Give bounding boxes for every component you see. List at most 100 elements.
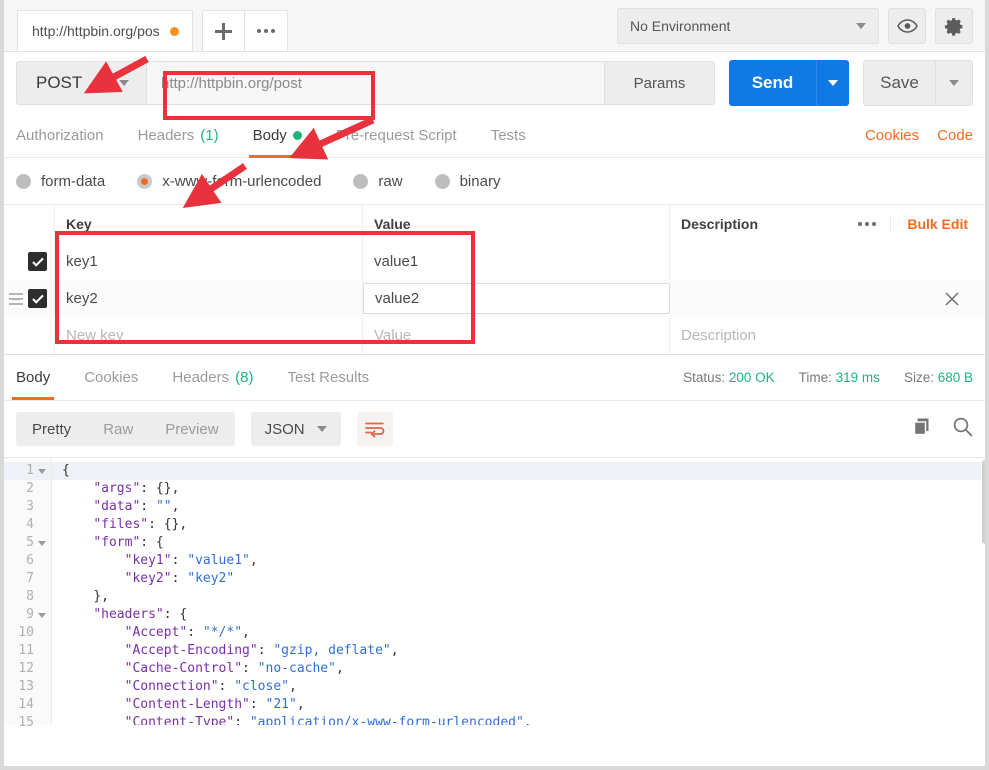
copy-button[interactable] <box>912 417 932 442</box>
row-key-input[interactable]: key1 <box>55 243 363 280</box>
request-tabs-right: Cookies Code <box>865 127 973 144</box>
cookies-link[interactable]: Cookies <box>865 127 919 144</box>
row-key-input[interactable]: key2 <box>55 280 363 317</box>
send-button[interactable]: Send <box>729 60 816 106</box>
body-type-x-www-form-urlencoded[interactable]: x-www-form-urlencoded <box>137 173 321 190</box>
status-value: 200 OK <box>729 370 775 385</box>
code-token: "" <box>156 499 172 514</box>
http-method-selector[interactable]: POST <box>16 61 146 105</box>
tab-label: Body <box>16 369 50 386</box>
row-enabled-checkbox[interactable] <box>28 289 47 308</box>
tab-pre-request-script[interactable]: Pre-request Script <box>336 114 457 158</box>
code-token: "Content-Length" <box>125 697 250 712</box>
code-line: "form": { <box>52 534 989 552</box>
params-button[interactable]: Params <box>605 61 715 105</box>
environment-quick-look-button[interactable] <box>888 8 926 44</box>
gear-icon <box>944 16 965 37</box>
send-label: Send <box>752 73 794 93</box>
body-type-label: form-data <box>41 173 105 190</box>
line-number: 3 <box>0 498 51 516</box>
code-line: { <box>52 462 989 480</box>
window-edge-right <box>985 0 989 770</box>
response-tab-headers[interactable]: Headers (8) <box>172 356 253 400</box>
tab-tests[interactable]: Tests <box>491 114 526 158</box>
view-mode-preview[interactable]: Preview <box>149 412 234 446</box>
http-method-label: POST <box>36 73 82 93</box>
url-input-value: http://httpbin.org/post <box>161 75 302 92</box>
code-line: "files": {}, <box>52 516 989 534</box>
code-token: , <box>250 553 258 568</box>
tab-headers[interactable]: Headers (1) <box>138 114 219 158</box>
search-button[interactable] <box>952 416 973 442</box>
body-type-label: raw <box>378 173 402 190</box>
line-number: 14 <box>0 696 51 714</box>
key-value-table: Key Value Description Bulk Edit key1 val… <box>0 205 989 355</box>
chevron-down-icon <box>856 23 866 29</box>
body-type-binary[interactable]: binary <box>435 173 501 190</box>
fold-arrow-icon[interactable] <box>38 613 46 618</box>
row-value-input[interactable]: value1 <box>363 243 670 280</box>
row-value-input[interactable]: value2 <box>363 283 670 314</box>
response-format-selector[interactable]: JSON <box>251 412 341 446</box>
eye-icon <box>897 19 918 33</box>
tab-body[interactable]: Body <box>253 114 302 158</box>
row-description-input[interactable] <box>670 243 989 280</box>
drag-handle-icon[interactable] <box>9 293 23 305</box>
ellipsis-icon[interactable] <box>858 222 876 226</box>
row-enabled-checkbox[interactable] <box>28 252 47 271</box>
response-toolbar-right <box>912 416 973 442</box>
save-options-button[interactable] <box>935 60 973 106</box>
code-token: "application/x-www-form-urlencoded" <box>250 715 524 725</box>
word-wrap-button[interactable] <box>357 412 393 446</box>
code-line: "Connection": "close", <box>52 678 989 696</box>
response-toolbar: Pretty Raw Preview JSON <box>0 401 989 457</box>
settings-button[interactable] <box>935 8 973 44</box>
line-number: 11 <box>0 642 51 660</box>
tab-options-button[interactable] <box>245 10 288 51</box>
code-token: "args" <box>93 481 140 496</box>
window-edge-bottom <box>0 766 989 770</box>
code-line: "Cache-Control": "no-cache", <box>52 660 989 678</box>
environment-selector[interactable]: No Environment <box>617 8 879 44</box>
code-token: "key2" <box>125 571 172 586</box>
tab-authorization[interactable]: Authorization <box>16 114 104 158</box>
environment-selected-label: No Environment <box>630 18 730 34</box>
new-row-description-input[interactable]: Description <box>670 317 989 354</box>
tab-count: (1) <box>200 127 218 144</box>
new-row-key-input[interactable]: New key <box>55 317 363 354</box>
new-tab-button[interactable] <box>202 10 245 51</box>
view-mode-raw[interactable]: Raw <box>87 412 149 446</box>
response-body-code-viewer[interactable]: 123456789101112131415 { "args": {}, "dat… <box>0 457 989 725</box>
body-type-form-data[interactable]: form-data <box>16 173 105 190</box>
response-tab-test-results[interactable]: Test Results <box>287 356 369 400</box>
save-button[interactable]: Save <box>863 60 935 106</box>
row-checkbox-cell <box>0 280 55 317</box>
response-format-label: JSON <box>265 421 305 438</box>
code-token: : { <box>140 535 163 550</box>
code-link[interactable]: Code <box>937 127 973 144</box>
window-edge-left <box>0 0 4 770</box>
tab-bar: http://httpbin.org/pos No Environment <box>0 0 989 52</box>
send-options-button[interactable] <box>816 60 849 106</box>
time-label: Time: <box>799 370 832 385</box>
tab-label: Headers <box>172 369 229 386</box>
url-input[interactable]: http://httpbin.org/post <box>146 61 605 105</box>
delete-row-button[interactable] <box>944 291 978 307</box>
body-type-raw[interactable]: raw <box>353 173 402 190</box>
tab-label: Body <box>253 127 287 144</box>
code-token: "headers" <box>93 607 163 622</box>
response-tab-cookies[interactable]: Cookies <box>84 356 138 400</box>
request-tab[interactable]: http://httpbin.org/pos <box>17 10 193 51</box>
line-number: 6 <box>0 552 51 570</box>
code-area[interactable]: { "args": {}, "data": "", "files": {}, "… <box>52 458 989 725</box>
code-token: "*/*" <box>203 625 242 640</box>
fold-arrow-icon[interactable] <box>38 541 46 546</box>
code-token: "Cache-Control" <box>125 661 242 676</box>
new-row-value-input[interactable]: Value <box>363 317 670 354</box>
bulk-edit-button[interactable]: Bulk Edit <box>890 216 968 232</box>
response-tab-body[interactable]: Body <box>16 356 50 400</box>
fold-arrow-icon[interactable] <box>38 469 46 474</box>
code-token: , <box>391 643 399 658</box>
response-tabs: Body Cookies Headers (8) Test Results St… <box>0 355 989 401</box>
view-mode-pretty[interactable]: Pretty <box>16 412 87 446</box>
